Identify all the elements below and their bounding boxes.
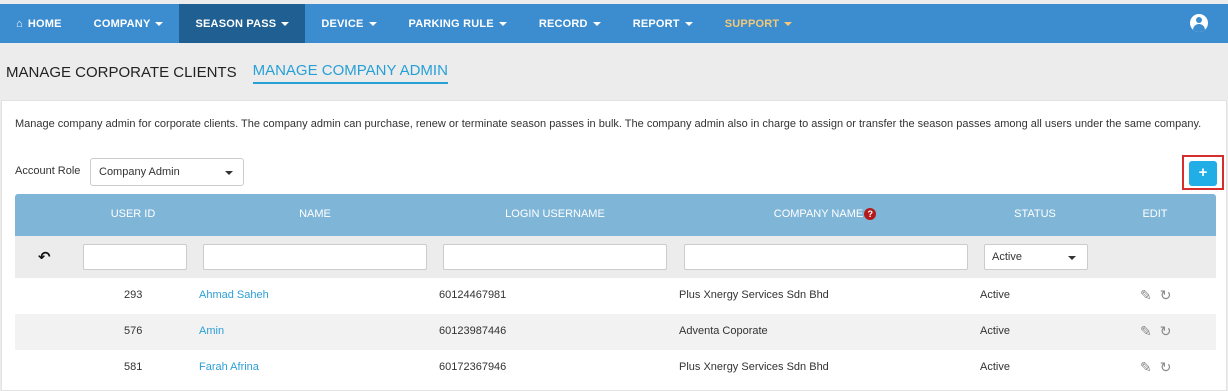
header-login-username: LOGIN USERNAME [505, 208, 605, 220]
add-button-highlight: + [1182, 155, 1224, 190]
pencil-icon[interactable]: ✎ [1140, 287, 1152, 304]
user-profile-icon[interactable] [1190, 14, 1208, 32]
cell-name-link[interactable]: Ahmad Saheh [199, 289, 269, 301]
status-filter-select[interactable]: Active [984, 244, 1088, 270]
cell-name-link[interactable]: Farah Afrina [199, 361, 259, 373]
nav-company[interactable]: COMPANY [78, 4, 180, 43]
login-username-filter-input[interactable] [443, 244, 667, 270]
cell-company-name: Plus Xnergy Services Sdn Bhd [679, 289, 829, 301]
user-id-filter-input[interactable] [83, 244, 187, 270]
cell-login-username: 60123987446 [439, 325, 507, 337]
cell-status: Active [980, 361, 1010, 373]
account-role-select[interactable]: Company Admin [90, 158, 244, 186]
pencil-icon[interactable]: ✎ [1140, 323, 1152, 340]
cell-name-link[interactable]: Amin [199, 325, 224, 337]
cell-user-id: 293 [124, 289, 143, 301]
table-row: 293 Ahmad Saheh 60124467981 Plus Xnergy … [15, 278, 1216, 314]
nav-home[interactable]: ⌂ HOME [0, 4, 78, 43]
cell-status: Active [980, 289, 1010, 301]
header-company-name: COMPANY NAME? [765, 208, 885, 220]
header-name: NAME [299, 208, 331, 220]
header-user-id: USER ID [110, 208, 156, 220]
chevron-down-icon [684, 21, 693, 26]
content-panel: Manage company admin for corporate clien… [1, 100, 1227, 391]
filter-row: ↶ Active [15, 236, 1216, 278]
refresh-icon[interactable]: ↻ [1160, 287, 1172, 304]
nav-record[interactable]: RECORD [523, 4, 617, 43]
cell-user-id: 581 [124, 361, 143, 373]
cell-user-id: 576 [124, 325, 143, 337]
table-header: USER ID NAME LOGIN USERNAME COMPANY NAME… [15, 194, 1216, 236]
nav-season-pass[interactable]: SEASON PASS [179, 4, 306, 43]
cell-status: Active [980, 325, 1010, 337]
header-edit: EDIT [1142, 208, 1168, 220]
table-row: 581 Farah Afrina 60172367946 Plus Xnergy… [15, 350, 1216, 386]
chevron-down-icon [784, 21, 793, 26]
tab-manage-corporate-clients[interactable]: MANAGE CORPORATE CLIENTS [6, 64, 237, 84]
nav-parking-rule[interactable]: PARKING RULE [393, 4, 523, 43]
account-role-label: Account Role [15, 165, 81, 177]
chevron-down-icon [281, 21, 290, 26]
refresh-icon[interactable]: ↻ [1160, 359, 1172, 376]
refresh-icon[interactable]: ↻ [1160, 323, 1172, 340]
chevron-down-icon [155, 21, 164, 26]
home-icon: ⌂ [16, 17, 23, 30]
chevron-down-icon [225, 171, 233, 175]
add-admin-button[interactable]: + [1189, 161, 1217, 186]
cell-login-username: 60124467981 [439, 289, 507, 301]
pencil-icon[interactable]: ✎ [1140, 359, 1152, 376]
nav-device[interactable]: DEVICE [305, 4, 392, 43]
cell-company-name: Adventa Coporate [679, 325, 768, 337]
page-description: Manage company admin for corporate clien… [15, 118, 1202, 130]
chevron-down-icon [498, 21, 507, 26]
top-navbar: ⌂ HOME COMPANY SEASON PASS DEVICE PARKING… [0, 4, 1228, 43]
reset-filter-icon[interactable]: ↶ [38, 248, 51, 266]
help-icon[interactable]: ? [864, 208, 877, 220]
header-status: STATUS [1014, 208, 1056, 220]
table-row: 576 Amin 60123987446 Adventa Coporate Ac… [15, 314, 1216, 350]
cell-login-username: 60172367946 [439, 361, 507, 373]
tab-manage-company-admin[interactable]: MANAGE COMPANY ADMIN [252, 62, 448, 84]
chevron-down-icon [592, 21, 601, 26]
company-name-filter-input[interactable] [684, 244, 968, 270]
nav-report[interactable]: REPORT [617, 4, 709, 43]
chevron-down-icon [368, 21, 377, 26]
name-filter-input[interactable] [203, 244, 427, 270]
cell-company-name: Plus Xnergy Services Sdn Bhd [679, 361, 829, 373]
nav-support[interactable]: SUPPORT [709, 4, 809, 43]
page-tabs: MANAGE CORPORATE CLIENTS MANAGE COMPANY … [6, 62, 464, 84]
chevron-down-icon [1068, 256, 1076, 260]
